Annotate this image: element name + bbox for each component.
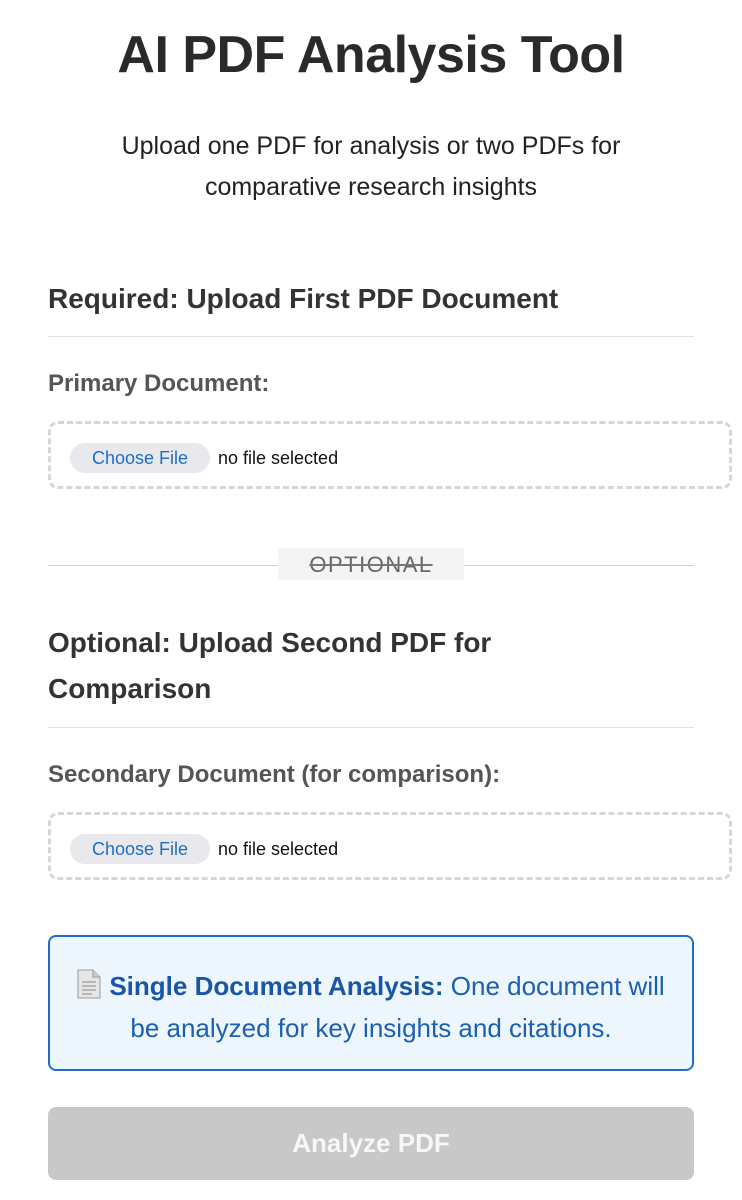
required-section-heading: Required: Upload First PDF Document [48, 283, 559, 314]
optional-section-heading: Optional: Upload Second PDF for Comparis… [48, 627, 492, 704]
pdf-analysis-page: AI PDF Analysis Tool Upload one PDF for … [0, 0, 742, 1200]
secondary-choose-file-button[interactable]: Choose File [70, 834, 210, 864]
required-section-rule [48, 336, 694, 337]
secondary-document-label: Secondary Document (for comparison): [48, 761, 501, 788]
secondary-file-status: no file selected [218, 839, 339, 859]
page-title: AI PDF Analysis Tool [117, 26, 625, 84]
secondary-file-dropzone[interactable]: Choose File no file selected [48, 812, 732, 880]
primary-choose-file-button[interactable]: Choose File [70, 443, 210, 473]
page-subtitle: Upload one PDF for analysis or two PDFs … [121, 132, 621, 201]
optional-section-rule [48, 727, 694, 728]
primary-file-dropzone[interactable]: Choose File no file selected [48, 421, 732, 489]
optional-divider-label: OPTIONAL [278, 548, 464, 580]
document-icon [77, 969, 101, 999]
analyze-pdf-button[interactable]: Analyze PDF [48, 1107, 694, 1180]
info-title: Single Document Analysis: [109, 971, 444, 1001]
primary-file-status: no file selected [218, 448, 339, 468]
analysis-mode-info: Single Document Analysis: One document w… [48, 935, 694, 1071]
primary-document-label: Primary Document: [48, 370, 270, 397]
